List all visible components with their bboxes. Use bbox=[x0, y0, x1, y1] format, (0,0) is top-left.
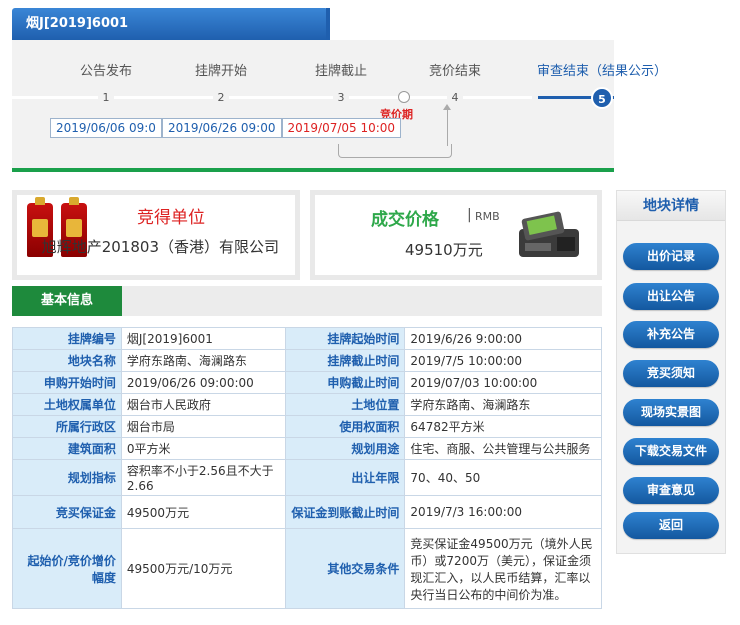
bid-period-bracket bbox=[338, 144, 452, 158]
field-label: 挂牌编号 bbox=[12, 327, 122, 350]
field-value: 学府东路南、海澜路东 bbox=[404, 393, 602, 416]
winner-name: 旭辉地产201803（香港）有限公司 bbox=[41, 238, 279, 256]
bidding-instructions-button[interactable]: 竞买须知 bbox=[623, 360, 719, 387]
up-arrow-icon bbox=[443, 104, 451, 146]
field-label: 保证金到账截止时间 bbox=[284, 495, 406, 529]
date-publish: 2019/06/06 09:0 bbox=[50, 118, 162, 138]
field-value: 容积率不小于2.56且不大于2.66 bbox=[120, 459, 286, 496]
field-label: 竞买保证金 bbox=[12, 495, 122, 529]
field-value: 49500万元/10万元 bbox=[120, 528, 286, 609]
field-label: 土地位置 bbox=[284, 393, 406, 416]
transfer-notice-button[interactable]: 出让公告 bbox=[623, 283, 719, 310]
field-value: 竞买保证金49500万元（境外人民币）或7200万（美元），保证金须现汇汇入，以… bbox=[404, 528, 602, 609]
field-value: 2019/7/3 16:00:00 bbox=[404, 495, 602, 529]
winner-title: 竞得单位 bbox=[137, 208, 205, 228]
field-label: 使用权面积 bbox=[284, 415, 406, 438]
step-label-listing-start: 挂牌开始 bbox=[194, 64, 248, 79]
land-auction-page: 烟J[2019]6001 公告发布 挂牌开始 挂牌截止 竞价结束 审查结束（结果… bbox=[0, 0, 740, 625]
parcel-detail-sidebar: 地块详情 出价记录 出让公告 补充公告 竞买须知 现场实景图 下载交易文件 审查… bbox=[616, 190, 726, 554]
table-row: 挂牌编号 烟J[2019]6001 挂牌起始时间 2019/6/26 9:00:00 bbox=[12, 327, 602, 350]
field-label: 其他交易条件 bbox=[284, 528, 406, 609]
field-label: 挂牌截止时间 bbox=[284, 349, 406, 372]
field-label: 建筑面积 bbox=[12, 437, 122, 460]
parcel-code-tab: 烟J[2019]6001 bbox=[12, 8, 330, 40]
field-label: 出让年限 bbox=[284, 459, 406, 496]
table-row: 申购开始时间 2019/06/26 09:00:00 申购截止时间 2019/07/0… bbox=[12, 371, 602, 394]
field-value: 烟台市局 bbox=[120, 415, 286, 438]
basic-info-bar: 基本信息 bbox=[12, 286, 602, 316]
field-label: 起始价/竞价增价幅度 bbox=[12, 528, 122, 609]
field-value: 2019/7/5 10:00:00 bbox=[404, 349, 602, 372]
field-label: 土地权属单位 bbox=[12, 393, 122, 416]
pos-terminal-icon bbox=[519, 211, 579, 257]
field-label: 地块名称 bbox=[12, 349, 122, 372]
step-label-review-end: 审查结束（结果公示） bbox=[536, 64, 668, 79]
date-listing-end: 2019/07/05 10:00 bbox=[281, 118, 402, 138]
table-row: 规划指标 容积率不小于2.56且不大于2.66 出让年限 70、40、50 bbox=[12, 459, 602, 496]
progress-panel: 公告发布 挂牌开始 挂牌截止 竞价结束 审查结束（结果公示） 1 2 3 4 5… bbox=[12, 40, 667, 172]
price-separator: | bbox=[467, 207, 472, 223]
field-label: 规划指标 bbox=[12, 459, 122, 496]
step-number-3: 3 bbox=[333, 90, 349, 106]
field-value: 烟J[2019]6001 bbox=[120, 327, 286, 350]
field-value: 0平方米 bbox=[120, 437, 286, 460]
step-number-1: 1 bbox=[98, 90, 114, 106]
download-files-button[interactable]: 下载交易文件 bbox=[623, 438, 719, 465]
step-label-publish: 公告发布 bbox=[79, 64, 133, 79]
field-value: 烟台市人民政府 bbox=[120, 393, 286, 416]
field-value: 住宅、商服、公共管理与公共服务 bbox=[404, 437, 602, 460]
field-value: 2019/6/26 9:00:00 bbox=[404, 327, 602, 350]
table-row: 所属行政区 烟台市局 使用权面积 64782平方米 bbox=[12, 415, 602, 438]
step-label-listing-end: 挂牌截止 bbox=[314, 64, 368, 79]
review-opinion-button[interactable]: 审查意见 bbox=[623, 477, 719, 504]
step-number-5-current: 5 bbox=[591, 87, 613, 109]
bid-period-marker-icon bbox=[398, 91, 410, 103]
price-title: 成交价格 bbox=[371, 210, 439, 230]
field-label: 申购开始时间 bbox=[12, 371, 122, 394]
field-label: 挂牌起始时间 bbox=[284, 327, 406, 350]
price-value: 49510万元 bbox=[405, 241, 483, 259]
table-row: 地块名称 学府东路南、海澜路东 挂牌截止时间 2019/7/5 10:00:00 bbox=[12, 349, 602, 372]
field-label: 申购截止时间 bbox=[284, 371, 406, 394]
field-label: 所属行政区 bbox=[12, 415, 122, 438]
field-value: 2019/06/26 09:00:00 bbox=[120, 371, 286, 394]
price-currency: RMB bbox=[475, 210, 500, 223]
site-photos-button[interactable]: 现场实景图 bbox=[623, 399, 719, 426]
sidebar-title: 地块详情 bbox=[617, 191, 725, 221]
winner-box: 竞得单位 旭辉地产201803（香港）有限公司 bbox=[12, 190, 300, 280]
field-value: 64782平方米 bbox=[404, 415, 602, 438]
step-number-2: 2 bbox=[213, 90, 229, 106]
table-row: 建筑面积 0平方米 规划用途 住宅、商服、公共管理与公共服务 bbox=[12, 437, 602, 460]
supplementary-notice-button[interactable]: 补充公告 bbox=[623, 321, 719, 348]
field-value: 49500万元 bbox=[120, 495, 286, 529]
step-label-bid-end: 竞价结束 bbox=[428, 64, 482, 79]
field-value: 2019/07/03 10:00:00 bbox=[404, 371, 602, 394]
field-value: 70、40、50 bbox=[404, 459, 602, 496]
bid-record-button[interactable]: 出价记录 bbox=[623, 243, 719, 270]
table-row: 竞买保证金 49500万元 保证金到账截止时间 2019/7/3 16:00:00 bbox=[12, 495, 602, 529]
basic-info-title: 基本信息 bbox=[12, 286, 122, 316]
price-box: 成交价格 | RMB 49510万元 bbox=[310, 190, 602, 280]
basic-info-table: 挂牌编号 烟J[2019]6001 挂牌起始时间 2019/6/26 9:00:00 地… bbox=[12, 327, 602, 609]
field-value: 学府东路南、海澜路东 bbox=[120, 349, 286, 372]
date-listing-start: 2019/06/26 09:00 bbox=[161, 118, 282, 138]
field-label: 规划用途 bbox=[284, 437, 406, 460]
date-row: 2019/06/06 09:0 2019/06/26 09:00 2019/07… bbox=[50, 118, 402, 138]
back-button[interactable]: 返回 bbox=[623, 512, 719, 539]
table-row: 土地权属单位 烟台市人民政府 土地位置 学府东路南、海澜路东 bbox=[12, 393, 602, 416]
table-row: 起始价/竞价增价幅度 49500万元/10万元 其他交易条件 竞买保证金49500万元… bbox=[12, 528, 602, 609]
